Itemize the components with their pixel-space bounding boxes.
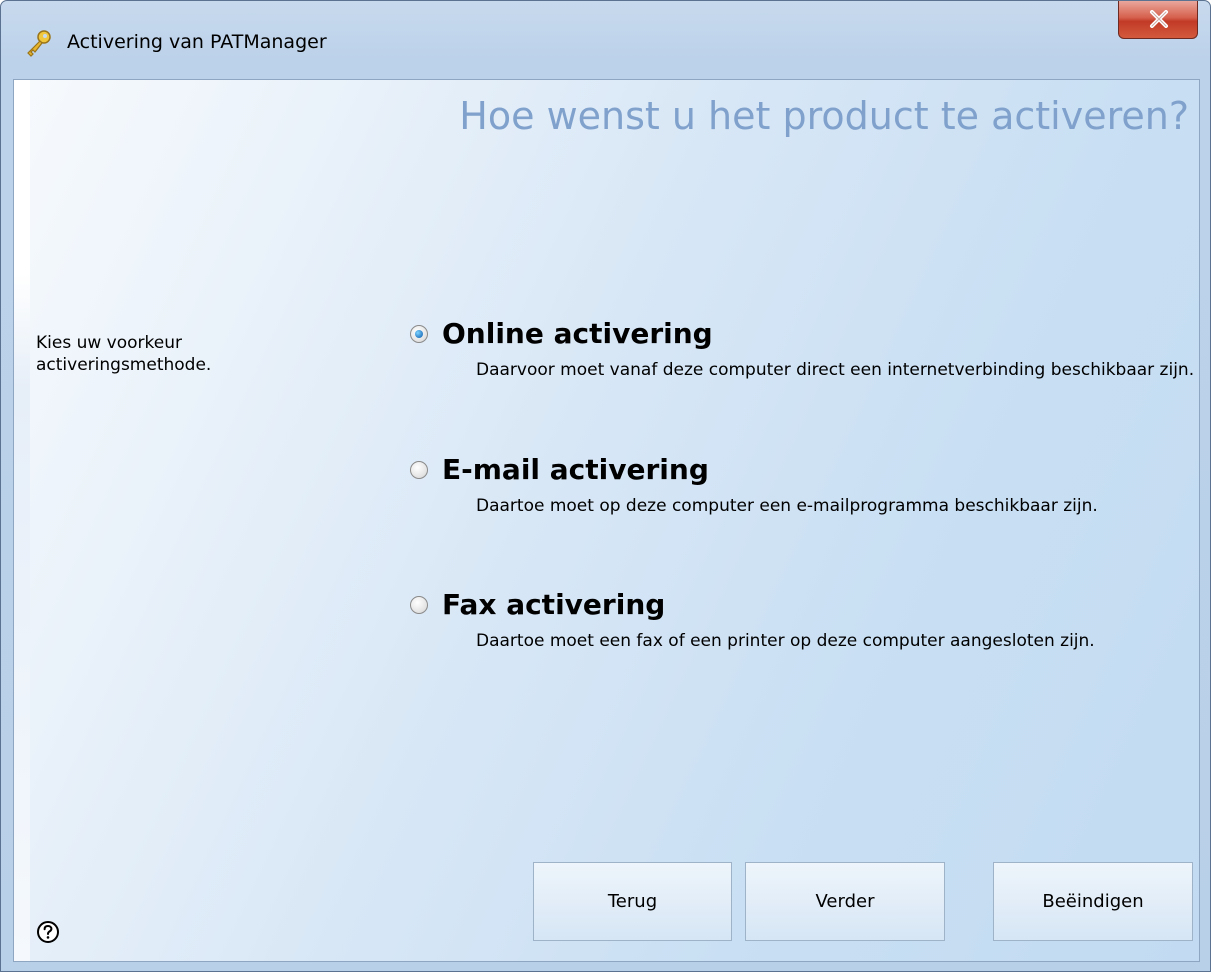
close-button[interactable] xyxy=(1118,1,1198,39)
radio-button[interactable] xyxy=(410,595,428,614)
option-online: Online activering Daarvoor moet vanaf de… xyxy=(410,317,1194,381)
window-title: Activering van PATManager xyxy=(67,31,327,53)
option-label: E-mail activering xyxy=(442,453,709,486)
title-bar: Activering van PATManager xyxy=(1,1,1210,77)
option-description: Daartoe moet een fax of een printer op d… xyxy=(476,631,1095,651)
left-strip xyxy=(14,80,30,961)
activation-window: Activering van PATManager Hoe wenst u he… xyxy=(0,0,1211,972)
wizard-content: Hoe wenst u het product te activeren? Ki… xyxy=(13,79,1200,962)
close-icon xyxy=(1150,10,1168,28)
option-label: Online activering xyxy=(442,317,713,350)
option-description: Daarvoor moet vanaf deze computer direct… xyxy=(476,360,1195,380)
radio-online-activering[interactable]: Online activering xyxy=(410,317,1190,350)
back-button[interactable]: Terug xyxy=(533,862,732,941)
next-button[interactable]: Verder xyxy=(745,862,945,941)
finish-button[interactable]: Beëindigen xyxy=(993,862,1193,941)
option-label: Fax activering xyxy=(442,588,666,621)
radio-button[interactable] xyxy=(410,460,428,479)
radio-email-activering[interactable]: E-mail activering xyxy=(410,453,1190,486)
option-description: Daartoe moet op deze computer een e-mail… xyxy=(476,496,1098,516)
instruction-text: Kies uw voorkeur activeringsmethode. xyxy=(36,333,212,375)
key-icon xyxy=(23,28,53,58)
radio-fax-activering[interactable]: Fax activering xyxy=(410,588,1190,621)
help-icon[interactable] xyxy=(36,920,60,944)
option-email: E-mail activering Daartoe moet op deze c… xyxy=(410,453,1190,517)
option-fax: Fax activering Daartoe moet een fax of e… xyxy=(410,588,1190,652)
page-heading: Hoe wenst u het product te activeren? xyxy=(459,94,1189,138)
radio-button-checked[interactable] xyxy=(410,324,428,343)
